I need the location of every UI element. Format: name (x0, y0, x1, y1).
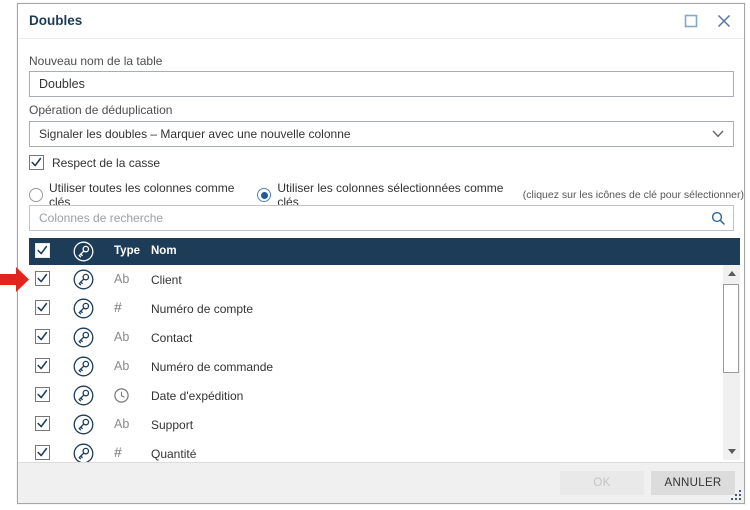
select-all-checkbox[interactable] (35, 243, 50, 258)
case-sensitive-row: Respect de la casse (29, 155, 160, 170)
table-row: # Quantité (29, 439, 740, 464)
checkmark-icon (36, 445, 49, 460)
text-type-icon: Ab (114, 272, 129, 286)
duplicates-dialog: Doubles Nouveau nom de la table Doubles … (17, 3, 745, 504)
triangle-up-icon (728, 271, 736, 276)
column-name: Client (151, 273, 182, 287)
close-button[interactable] (715, 12, 733, 30)
row-checkbox[interactable] (35, 300, 50, 315)
search-button[interactable] (703, 210, 733, 226)
column-search (29, 205, 734, 231)
window-controls (682, 12, 733, 30)
scroll-up-button[interactable] (723, 265, 740, 282)
checkmark-icon (36, 387, 49, 402)
type-column-header: Type (114, 245, 140, 257)
row-checkbox[interactable] (35, 271, 50, 286)
checkmark-icon (36, 300, 49, 315)
column-name: Numéro de compte (151, 302, 253, 316)
column-name: Numéro de commande (151, 360, 273, 374)
column-name: Support (151, 418, 193, 432)
close-icon (717, 14, 731, 28)
list-scrollbar[interactable] (723, 265, 740, 460)
number-type-icon: # (114, 299, 122, 315)
key-icon[interactable] (73, 385, 94, 406)
maximize-icon (684, 14, 698, 28)
key-icon[interactable] (73, 327, 94, 348)
dialog-title: Doubles (29, 13, 82, 28)
checkmark-icon (36, 243, 49, 258)
columns-list: Ab Client # Numéro de compte Ab Contact … (29, 265, 740, 464)
column-search-input[interactable] (30, 206, 703, 230)
search-icon (710, 210, 726, 226)
key-icon[interactable] (73, 443, 94, 464)
scrollbar-thumb[interactable] (723, 284, 739, 373)
title-bar: Doubles (18, 4, 744, 39)
number-type-icon: # (114, 444, 122, 460)
checkmark-icon (36, 329, 49, 344)
row-checkbox[interactable] (35, 416, 50, 431)
table-row: Ab Support (29, 410, 740, 439)
columns-table-header: Type Nom (29, 238, 740, 265)
name-column-header: Nom (151, 245, 177, 257)
date-type-icon (113, 387, 130, 404)
operation-label: Opération de déduplication (29, 103, 172, 117)
dialog-footer: OK ANNULER (18, 462, 744, 503)
checkmark-icon (36, 358, 49, 373)
chevron-down-icon (712, 130, 724, 138)
key-icon[interactable] (73, 414, 94, 435)
key-column-icon[interactable] (73, 241, 94, 262)
case-sensitive-label: Respect de la casse (52, 156, 160, 170)
row-checkbox[interactable] (35, 329, 50, 344)
table-name-value: Doubles (39, 77, 85, 91)
ok-button[interactable]: OK (560, 471, 644, 495)
table-row: Ab Numéro de commande (29, 352, 740, 381)
table-name-input[interactable]: Doubles (29, 71, 734, 97)
row-checkbox[interactable] (35, 387, 50, 402)
operation-selected-value: Signaler les doubles – Marquer avec une … (39, 127, 351, 141)
table-name-label: Nouveau nom de la table (29, 54, 162, 68)
operation-select[interactable]: Signaler les doubles – Marquer avec une … (29, 121, 734, 147)
text-type-icon: Ab (114, 330, 129, 344)
table-row: Date d'expédition (29, 381, 740, 410)
row-checkbox[interactable] (35, 445, 50, 460)
scroll-down-button[interactable] (723, 443, 740, 460)
resize-grip[interactable] (731, 490, 742, 501)
case-sensitive-checkbox[interactable] (29, 155, 44, 170)
key-icon[interactable] (73, 356, 94, 377)
checkmark-icon (36, 416, 49, 431)
cancel-button[interactable]: ANNULER (651, 471, 735, 495)
text-type-icon: Ab (114, 359, 129, 373)
column-name: Date d'expédition (151, 389, 243, 403)
checkmark-icon (30, 155, 43, 170)
column-name: Contact (151, 331, 192, 345)
table-row: Ab Contact (29, 323, 740, 352)
triangle-down-icon (728, 449, 736, 454)
radio-selected-columns[interactable] (257, 188, 271, 202)
column-name: Quantité (151, 447, 196, 461)
checkmark-icon (36, 271, 49, 286)
key-icon[interactable] (73, 298, 94, 319)
row-checkbox[interactable] (35, 358, 50, 373)
maximize-button[interactable] (682, 12, 700, 30)
key-icon[interactable] (73, 269, 94, 290)
text-type-icon: Ab (114, 417, 129, 431)
radio-all-columns[interactable] (29, 188, 43, 202)
key-selection-hint: (cliquez sur les icônes de clé pour séle… (523, 189, 744, 201)
annotation-arrow-icon (0, 267, 30, 292)
table-row: Ab Client (29, 265, 740, 294)
table-row: # Numéro de compte (29, 294, 740, 323)
